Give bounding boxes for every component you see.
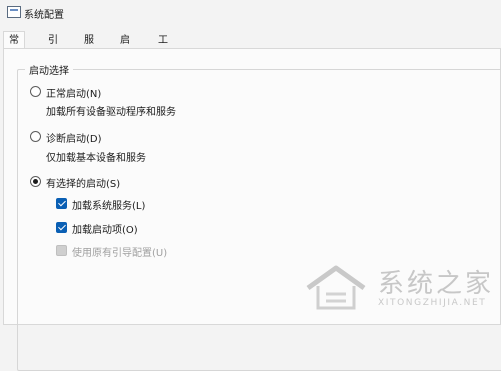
use-original-boot-config-label: 使用原有引导配置(U) [72,248,168,259]
tab-tools[interactable]: 工具 [153,34,173,60]
startup-selection-legend: 启动选择 [25,62,73,77]
watermark-url: XITONGZHIJIA.NET [378,298,487,308]
diagnostic-startup-label[interactable]: 诊断启动(D) [46,130,102,145]
selective-startup-label[interactable]: 有选择的启动(S) [46,175,120,190]
site-watermark: 系统之家 XITONGZHIJIA.NET [300,262,500,317]
window-title: 系统配置 [24,10,64,21]
title-bar: 系统配置 [0,0,501,26]
normal-startup-description: 加载所有设备驱动程序和服务 [46,107,176,118]
load-system-services-label[interactable]: 加载系统服务(L) [72,197,145,212]
load-startup-items-checkbox[interactable] [56,222,67,233]
tab-general[interactable]: 常规 [3,31,25,63]
msconfig-icon [7,6,21,18]
normal-startup-radio[interactable] [30,86,41,97]
tab-services[interactable]: 服务 [79,34,99,60]
use-original-boot-config-checkbox [56,245,67,256]
watermark-text: 系统之家 [378,269,495,299]
house-logo-icon [306,265,366,310]
selective-startup-radio[interactable] [30,176,41,187]
diagnostic-startup-description: 仅加载基本设备和服务 [46,153,146,164]
diagnostic-startup-radio[interactable] [30,131,41,142]
load-startup-items-label[interactable]: 加载启动项(O) [72,221,138,236]
tab-startup[interactable]: 启动 [115,34,135,60]
tab-boot[interactable]: 引导 [43,34,63,60]
normal-startup-label[interactable]: 正常启动(N) [46,85,101,100]
load-system-services-checkbox[interactable] [56,198,67,209]
